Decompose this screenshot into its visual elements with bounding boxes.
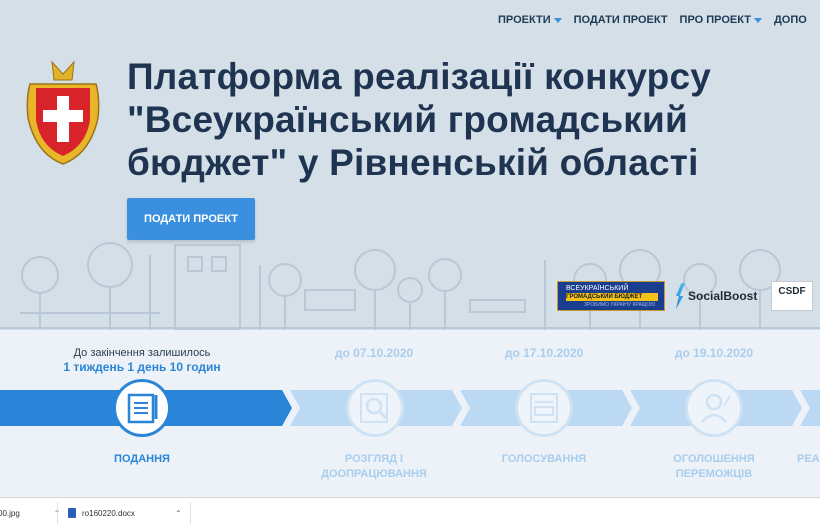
csdf-partner-logo[interactable]: CSDF xyxy=(771,281,813,311)
stage-label-line: ПОДАННЯ xyxy=(114,453,170,465)
stages-timeline: До закінчення залишилось 1 тиждень 1 ден… xyxy=(0,330,820,497)
nav-label: ПРО ПРОЕКТ xyxy=(679,14,751,26)
nav-label: ДОПО xyxy=(773,14,807,26)
stage-date: до 07.10.2020 xyxy=(334,346,414,360)
chevron-up-icon[interactable]: ⌃ xyxy=(175,509,182,518)
stage-label-line: ГОЛОСУВАННЯ xyxy=(501,453,587,465)
chevron-down-icon xyxy=(753,17,762,23)
countdown-value: 1 тиждень 1 день 10 годин xyxy=(63,360,221,374)
stage-label-winners: ОГОЛОШЕННЯ ПЕРЕМОЖЦІВ xyxy=(629,452,799,482)
download-file-name: 00.jpg xyxy=(0,508,20,518)
stage-label-submission: ПОДАННЯ xyxy=(57,452,227,467)
nav-item-projects[interactable]: ПРОЕКТИ xyxy=(498,14,562,26)
page-title: Платформа реалізації конкурсу "Всеукраїн… xyxy=(127,56,712,183)
stage-label-line: ДООПРАЦЮВАННЯ xyxy=(321,468,427,480)
nav-item-about[interactable]: ПРО ПРОЕКТ xyxy=(680,14,762,26)
divider xyxy=(190,502,191,524)
stage-submission-circle[interactable] xyxy=(113,379,171,437)
download-item[interactable]: 00.jpg ⌃ xyxy=(0,498,61,528)
stage-label-line: ПЕРЕМОЖЦІВ xyxy=(675,468,753,480)
stage-date: до 17.10.2020 xyxy=(504,346,584,360)
stage-label-implementation: РЕАЛ xyxy=(797,452,820,467)
submit-project-button[interactable]: ПОДАТИ ПРОЕКТ xyxy=(127,198,255,240)
stage-voting-circle[interactable] xyxy=(515,379,573,437)
magnifier-document-icon xyxy=(360,393,388,423)
hero-section: ПРОЕКТИ ПОДАТИ ПРОЕКТ ПРО ПРОЕКТ ДОПО Пл… xyxy=(0,0,820,330)
ballot-icon xyxy=(530,393,558,423)
csdf-text: CSDF xyxy=(778,286,806,297)
vgb-logo-line1: ВСЕУКРАЇНСЬКИЙ xyxy=(566,285,629,292)
document-pen-icon xyxy=(127,393,158,424)
countdown-label: До закінчення залишилось xyxy=(73,347,211,359)
nav-item-more[interactable]: ДОПО xyxy=(774,14,807,26)
stage-label-line: РОЗГЛЯД І xyxy=(344,453,404,465)
nav-item-submit-project[interactable]: ПОДАТИ ПРОЕКТ xyxy=(574,14,668,26)
download-file-name: ro160220.docx xyxy=(82,508,135,518)
stage-label-line: ОГОЛОШЕННЯ xyxy=(673,453,755,465)
browser-download-bar: 00.jpg ⌃ ro160220.docx ⌃ xyxy=(0,497,820,528)
vgb-partner-logo[interactable]: ВСЕУКРАЇНСЬКИЙ ГРОМАДСЬКИЙ БЮДЖЕТ ЗРОБИМ… xyxy=(557,281,665,311)
nav-label: ПОДАТИ ПРОЕКТ xyxy=(573,14,668,26)
divider xyxy=(57,502,58,524)
stage-label-review: РОЗГЛЯД І ДООПРАЦЮВАННЯ xyxy=(289,452,459,482)
stage-winners-circle[interactable] xyxy=(685,379,743,437)
socialboost-mark-icon xyxy=(676,283,685,309)
stage-review-circle[interactable] xyxy=(346,379,404,437)
chevron-down-icon xyxy=(553,17,562,23)
stage-label-voting: ГОЛОСУВАННЯ xyxy=(459,452,629,467)
stage-date: до 19.10.2020 xyxy=(674,346,754,360)
vgb-logo-line3: ЗРОБИМО УКРАЇНУ КРАЩОЮ xyxy=(584,302,656,308)
stage-segment xyxy=(800,390,820,426)
socialboost-text: SocialBoost xyxy=(688,289,758,303)
top-navigation: ПРОЕКТИ ПОДАТИ ПРОЕКТ ПРО ПРОЕКТ ДОПО xyxy=(498,14,807,26)
countdown: До закінчення залишилось 1 тиждень 1 ден… xyxy=(57,346,227,374)
socialboost-partner-logo[interactable]: SocialBoost xyxy=(676,280,762,312)
rivne-coat-of-arms-logo[interactable] xyxy=(22,58,104,168)
word-document-icon xyxy=(68,508,76,518)
stage-label-line: РЕАЛ xyxy=(797,453,820,465)
vgb-logo-line2: ГРОМАДСЬКИЙ БЮДЖЕТ xyxy=(566,293,658,301)
winner-person-icon xyxy=(701,393,731,423)
nav-label: ПРОЕКТИ xyxy=(498,14,551,26)
download-item[interactable]: ro160220.docx ⌃ xyxy=(68,498,182,528)
